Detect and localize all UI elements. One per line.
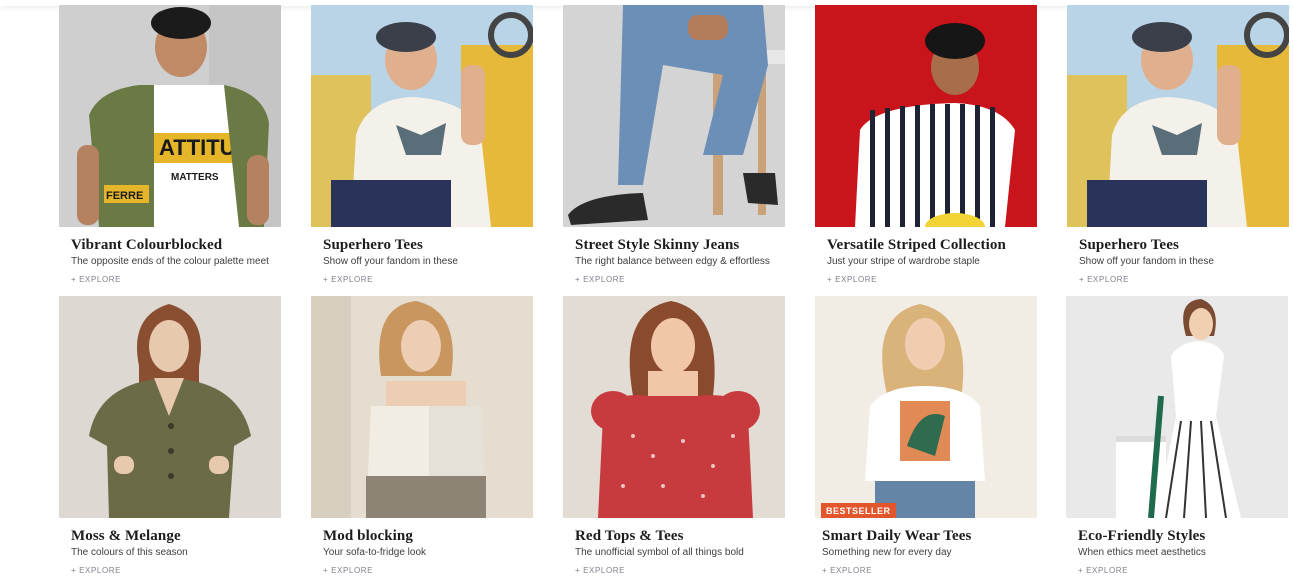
collection-title[interactable]: Eco-Friendly Styles [1078, 528, 1205, 545]
collection-subtitle: The colours of this season [71, 547, 188, 558]
collection-title[interactable]: Mod blocking [323, 528, 413, 545]
explore-link[interactable]: + EXPLORE [822, 566, 872, 575]
collections-grid: ATTITU MATTERS FERRE Vibrant Colourblock… [59, 0, 1289, 575]
collection-subtitle: Your sofa-to-fridge look [323, 547, 427, 558]
collection-card-moss-and-melange[interactable]: Moss & Melange The colours of this seaso… [59, 0, 281, 575]
collection-title[interactable]: Smart Daily Wear Tees [822, 528, 971, 545]
collection-card-red-tops-and-tees[interactable]: Red Tops & Tees The unofficial symbol of… [563, 0, 785, 575]
collection-image[interactable] [563, 296, 785, 518]
explore-link[interactable]: + EXPLORE [71, 566, 121, 575]
collection-subtitle: When ethics meet aesthetics [1078, 547, 1206, 558]
collection-image[interactable]: BESTSELLER [815, 296, 1037, 518]
collection-card-eco-friendly-styles[interactable]: Eco-Friendly Styles When ethics meet aes… [1066, 0, 1288, 575]
collection-title[interactable]: Moss & Melange [71, 528, 181, 545]
collection-card-smart-daily-wear-tees[interactable]: BESTSELLER Smart Daily Wear Tees Somethi… [815, 0, 1037, 575]
explore-link[interactable]: + EXPLORE [323, 566, 373, 575]
collection-image[interactable] [1066, 296, 1288, 518]
explore-link[interactable]: + EXPLORE [575, 566, 625, 575]
collection-image[interactable] [311, 296, 533, 518]
collection-image[interactable] [59, 296, 281, 518]
explore-link[interactable]: + EXPLORE [1078, 566, 1128, 575]
collection-title[interactable]: Red Tops & Tees [575, 528, 684, 545]
collection-card-mod-blocking[interactable]: Mod blocking Your sofa-to-fridge look + … [311, 0, 533, 575]
collection-subtitle: The unofficial symbol of all things bold [575, 547, 744, 558]
bestseller-badge: BESTSELLER [821, 503, 896, 518]
collection-subtitle: Something new for every day [822, 547, 952, 558]
